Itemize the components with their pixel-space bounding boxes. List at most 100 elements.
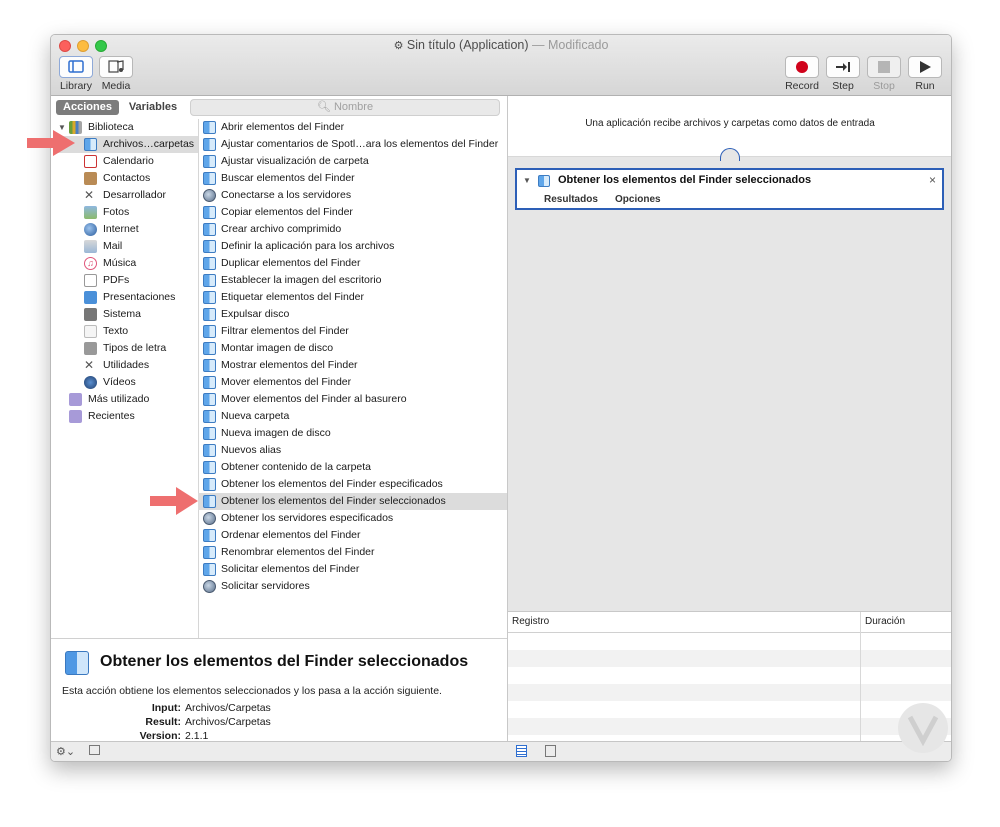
action-item[interactable]: Mover elementos del Finder	[198, 374, 507, 391]
flow-view-icon[interactable]	[545, 745, 556, 757]
library-item-internet[interactable]: Internet	[56, 221, 198, 238]
log-row-stripe	[508, 718, 951, 735]
library-item-label: Calendario	[103, 155, 154, 167]
finder-icon	[203, 478, 216, 491]
action-item[interactable]: Mostrar elementos del Finder	[198, 357, 507, 374]
tab-variables[interactable]: Variables	[123, 100, 183, 115]
action-item[interactable]: Nueva carpeta	[198, 408, 507, 425]
library-item-biblioteca[interactable]: ▼ Biblioteca	[56, 119, 198, 136]
action-card-title: Obtener los elementos del Finder selecci…	[558, 174, 812, 186]
log-header-divider	[508, 632, 951, 633]
finder-icon	[203, 121, 216, 134]
toggle-description-icon[interactable]	[89, 745, 100, 755]
action-item[interactable]: Crear archivo comprimido	[198, 221, 507, 238]
action-item[interactable]: Obtener los servidores especificados	[198, 510, 507, 527]
results-tab[interactable]: Resultados	[544, 194, 598, 205]
action-item[interactable]: Definir la aplicación para los archivos	[198, 238, 507, 255]
stop-button[interactable]	[867, 56, 901, 78]
globe-icon	[203, 580, 216, 593]
action-label: Obtener contenido de la carpeta	[221, 461, 372, 473]
action-item[interactable]: Obtener contenido de la carpeta	[198, 459, 507, 476]
pdf-icon	[84, 274, 97, 287]
action-item[interactable]: Nueva imagen de disco	[198, 425, 507, 442]
library-item-label: Presentaciones	[103, 291, 176, 303]
smart-folder-icon	[69, 410, 82, 423]
action-item-selected[interactable]: Obtener los elementos del Finder selecci…	[198, 493, 507, 510]
workflow-action-card[interactable]: ▼ Obtener los elementos del Finder selec…	[515, 168, 944, 210]
library-item-contactos[interactable]: Contactos	[56, 170, 198, 187]
finder-icon	[203, 393, 216, 406]
tab-actions[interactable]: Acciones	[56, 100, 119, 115]
library-item-desarrollador[interactable]: ✕ Desarrollador	[56, 187, 198, 204]
action-item[interactable]: Abrir elementos del Finder	[198, 119, 507, 136]
action-item[interactable]: Mover elementos del Finder al basurero	[198, 391, 507, 408]
action-item[interactable]: Obtener los elementos del Finder especif…	[198, 476, 507, 493]
record-button[interactable]	[785, 56, 819, 78]
list-view-icon[interactable]	[516, 745, 527, 757]
library-item-videos[interactable]: Vídeos	[56, 374, 198, 391]
mail-icon	[84, 240, 97, 253]
action-label: Renombrar elementos del Finder	[221, 546, 375, 558]
finder-icon	[203, 155, 216, 168]
action-item[interactable]: Establecer la imagen del escritorio	[198, 272, 507, 289]
action-item[interactable]: Filtrar elementos del Finder	[198, 323, 507, 340]
log-row-stripe	[508, 684, 951, 701]
library-item-texto[interactable]: Texto	[56, 323, 198, 340]
media-button[interactable]	[99, 56, 133, 78]
action-item[interactable]: Solicitar servidores	[198, 578, 507, 595]
finder-icon	[203, 172, 216, 185]
library-item-sistema[interactable]: Sistema	[56, 306, 198, 323]
options-tab[interactable]: Opciones	[615, 194, 661, 205]
contacts-icon	[84, 172, 97, 185]
library-item-calendario[interactable]: Calendario	[56, 153, 198, 170]
gear-menu-icon[interactable]: ⚙︎⌄	[56, 745, 75, 758]
step-button[interactable]	[826, 56, 860, 78]
action-item[interactable]: Etiquetar elementos del Finder	[198, 289, 507, 306]
library-button[interactable]	[59, 56, 93, 78]
action-label: Ajustar comentarios de Spotl…ara los ele…	[221, 138, 499, 150]
library-item-mas-utilizado[interactable]: Más utilizado	[56, 391, 198, 408]
action-item[interactable]: Montar imagen de disco	[198, 340, 507, 357]
library-item-archivos-carpetas[interactable]: Archivos…carpetas	[56, 136, 198, 153]
text-icon	[84, 325, 97, 338]
library-item-pdfs[interactable]: PDFs	[56, 272, 198, 289]
action-item[interactable]: Expulsar disco	[198, 306, 507, 323]
action-item[interactable]: Copiar elementos del Finder	[198, 204, 507, 221]
library-item-fotos[interactable]: Fotos	[56, 204, 198, 221]
close-icon[interactable]: ×	[929, 173, 936, 187]
action-label: Nuevos alias	[221, 444, 282, 456]
library-item-tipos-de-letra[interactable]: Tipos de letra	[56, 340, 198, 357]
action-item[interactable]: Duplicar elementos del Finder	[198, 255, 507, 272]
action-item[interactable]: Ajustar comentarios de Spotl…ara los ele…	[198, 136, 507, 153]
action-item[interactable]: Solicitar elementos del Finder	[198, 561, 507, 578]
library-item-mail[interactable]: Mail	[56, 238, 198, 255]
action-item[interactable]: Nuevos alias	[198, 442, 507, 459]
action-label: Solicitar servidores	[221, 580, 310, 592]
run-button[interactable]	[908, 56, 942, 78]
system-icon	[84, 308, 97, 321]
stop-icon	[878, 61, 890, 73]
action-item[interactable]: Buscar elementos del Finder	[198, 170, 507, 187]
search-input[interactable]: 🔍︎ Nombre	[190, 99, 500, 116]
library-item-utilidades[interactable]: ✕ Utilidades	[56, 357, 198, 374]
action-item[interactable]: Ordenar elementos del Finder	[198, 527, 507, 544]
action-item[interactable]: Ajustar visualización de carpeta	[198, 153, 507, 170]
finder-icon	[203, 308, 216, 321]
search-icon: 🔍︎	[316, 101, 331, 113]
action-description: Obtener los elementos del Finder selecci…	[51, 638, 507, 742]
title-text: Sin título (Application)	[406, 38, 529, 52]
annotation-arrow-icon	[27, 130, 75, 156]
finder-icon	[203, 461, 216, 474]
collapse-triangle-icon[interactable]: ▼	[523, 176, 531, 185]
input-key: Input:	[151, 702, 181, 714]
log-header[interactable]: Registro	[512, 612, 549, 632]
duration-header[interactable]: Duración	[865, 612, 905, 632]
library-item-recientes[interactable]: Recientes	[56, 408, 198, 425]
actions-list: Abrir elementos del Finder Ajustar comen…	[198, 119, 507, 638]
automator-icon: ⚙	[393, 40, 404, 52]
automator-window: ⚙ Sin título (Application) — Modificado …	[50, 34, 952, 762]
library-item-musica[interactable]: ♫ Música	[56, 255, 198, 272]
action-item[interactable]: Renombrar elementos del Finder	[198, 544, 507, 561]
action-item[interactable]: Conectarse a los servidores	[198, 187, 507, 204]
library-item-presentaciones[interactable]: Presentaciones	[56, 289, 198, 306]
